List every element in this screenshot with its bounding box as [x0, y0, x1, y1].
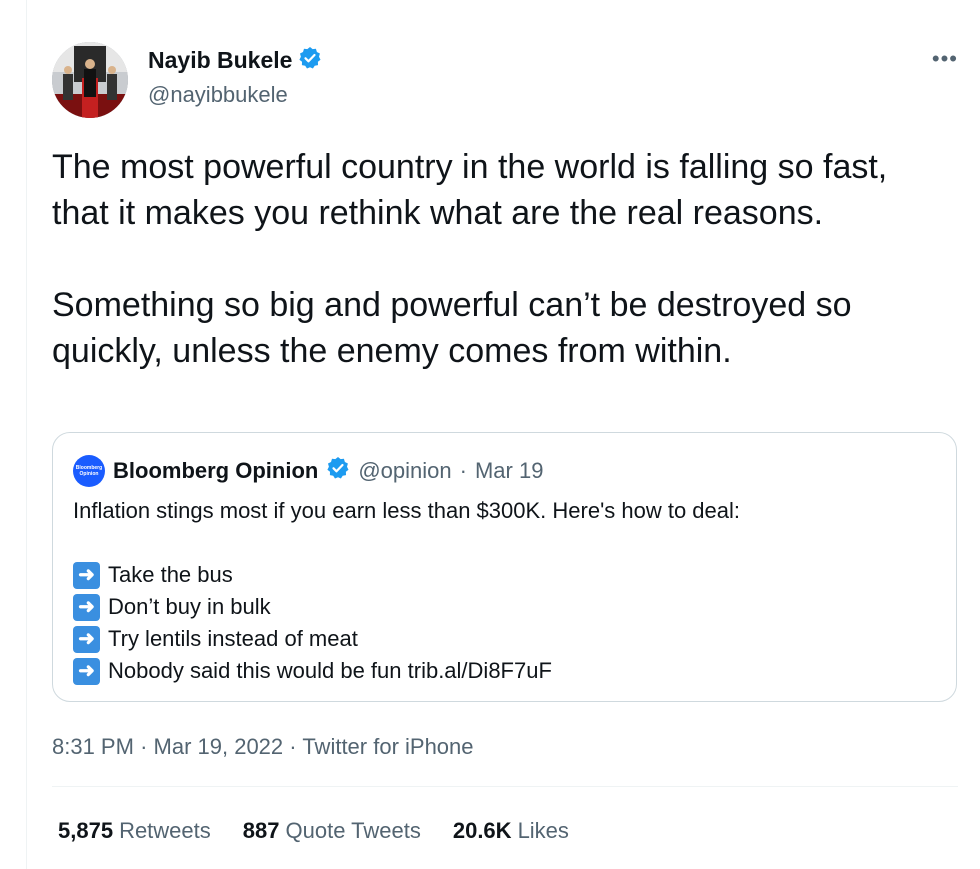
- quote-tweets-stat[interactable]: 887 Quote Tweets: [243, 818, 421, 844]
- list-item-text: Don’t buy in bulk: [108, 594, 271, 619]
- list-item: ➜ Take the bus: [73, 559, 740, 591]
- arrow-right-icon: ➜: [73, 561, 100, 589]
- tweet-text: The most powerful country in the world i…: [52, 148, 888, 370]
- arrow-right-icon: ➜: [73, 593, 100, 621]
- likes-label: Likes: [517, 818, 569, 843]
- verified-badge-icon: [298, 46, 322, 75]
- quoted-author-name: Bloomberg Opinion: [113, 458, 319, 483]
- list-item-text: Nobody said this would be fun trib.al/Di…: [108, 658, 552, 683]
- bloomberg-opinion-avatar: Bloomberg Opinion: [73, 455, 105, 487]
- tweet-time[interactable]: 8:31 PM: [52, 734, 134, 759]
- left-divider: [26, 0, 27, 869]
- retweets-stat[interactable]: 5,875 Retweets: [58, 818, 211, 844]
- author-name[interactable]: Nayib Bukele: [148, 47, 292, 74]
- tweet-source[interactable]: Twitter for iPhone: [302, 734, 473, 759]
- retweets-label: Retweets: [119, 818, 211, 843]
- quote-tweets-label: Quote Tweets: [285, 818, 421, 843]
- likes-count: 20.6K: [452, 818, 512, 843]
- engagement-stats: 5,875 Retweets 887 Quote Tweets 20.6K Li…: [58, 818, 569, 844]
- retweets-count: 5,875: [58, 818, 114, 843]
- quote-tweets-count: 887: [242, 818, 280, 843]
- divider: [52, 786, 958, 787]
- quoted-intro: Inflation stings most if you earn less t…: [73, 498, 741, 523]
- list-item: ➜ Nobody said this would be fun trib.al/…: [73, 655, 740, 687]
- tweet-timestamp: 8:31 PM · Mar 19, 2022 · Twitter for iPh…: [52, 734, 474, 760]
- list-item-text: Try lentils instead of meat: [108, 626, 358, 651]
- quoted-tweet[interactable]: Bloomberg Opinion Bloomberg Opinion @opi…: [52, 432, 957, 702]
- arrow-right-icon: ➜: [73, 625, 100, 653]
- avatar[interactable]: [52, 42, 128, 118]
- list-item: ➜ Don’t buy in bulk: [73, 591, 740, 623]
- quoted-author-handle: @opinion: [358, 458, 452, 483]
- tweet-date[interactable]: Mar 19, 2022: [154, 734, 284, 759]
- quoted-date: Mar 19: [474, 458, 544, 483]
- arrow-right-icon: ➜: [73, 657, 100, 685]
- list-item: ➜ Try lentils instead of meat: [73, 623, 740, 655]
- likes-stat[interactable]: 20.6K Likes: [453, 818, 569, 844]
- logo-text-line-2: Opinion: [79, 471, 99, 477]
- separator-dot: ·: [289, 734, 297, 759]
- separator-dot: ·: [459, 458, 467, 483]
- avatar-photo: [52, 42, 128, 118]
- author-handle[interactable]: @nayibbukele: [148, 82, 288, 108]
- quoted-tweet-header: Bloomberg Opinion Bloomberg Opinion @opi…: [73, 455, 543, 487]
- verified-badge-icon: [326, 456, 350, 486]
- quoted-tweet-body: Inflation stings most if you earn less t…: [73, 495, 740, 687]
- list-item-text: Take the bus: [108, 562, 233, 587]
- separator-dot: ·: [140, 734, 148, 759]
- author-name-row: Nayib Bukele: [148, 46, 322, 75]
- more-options-icon[interactable]: •••: [932, 46, 958, 72]
